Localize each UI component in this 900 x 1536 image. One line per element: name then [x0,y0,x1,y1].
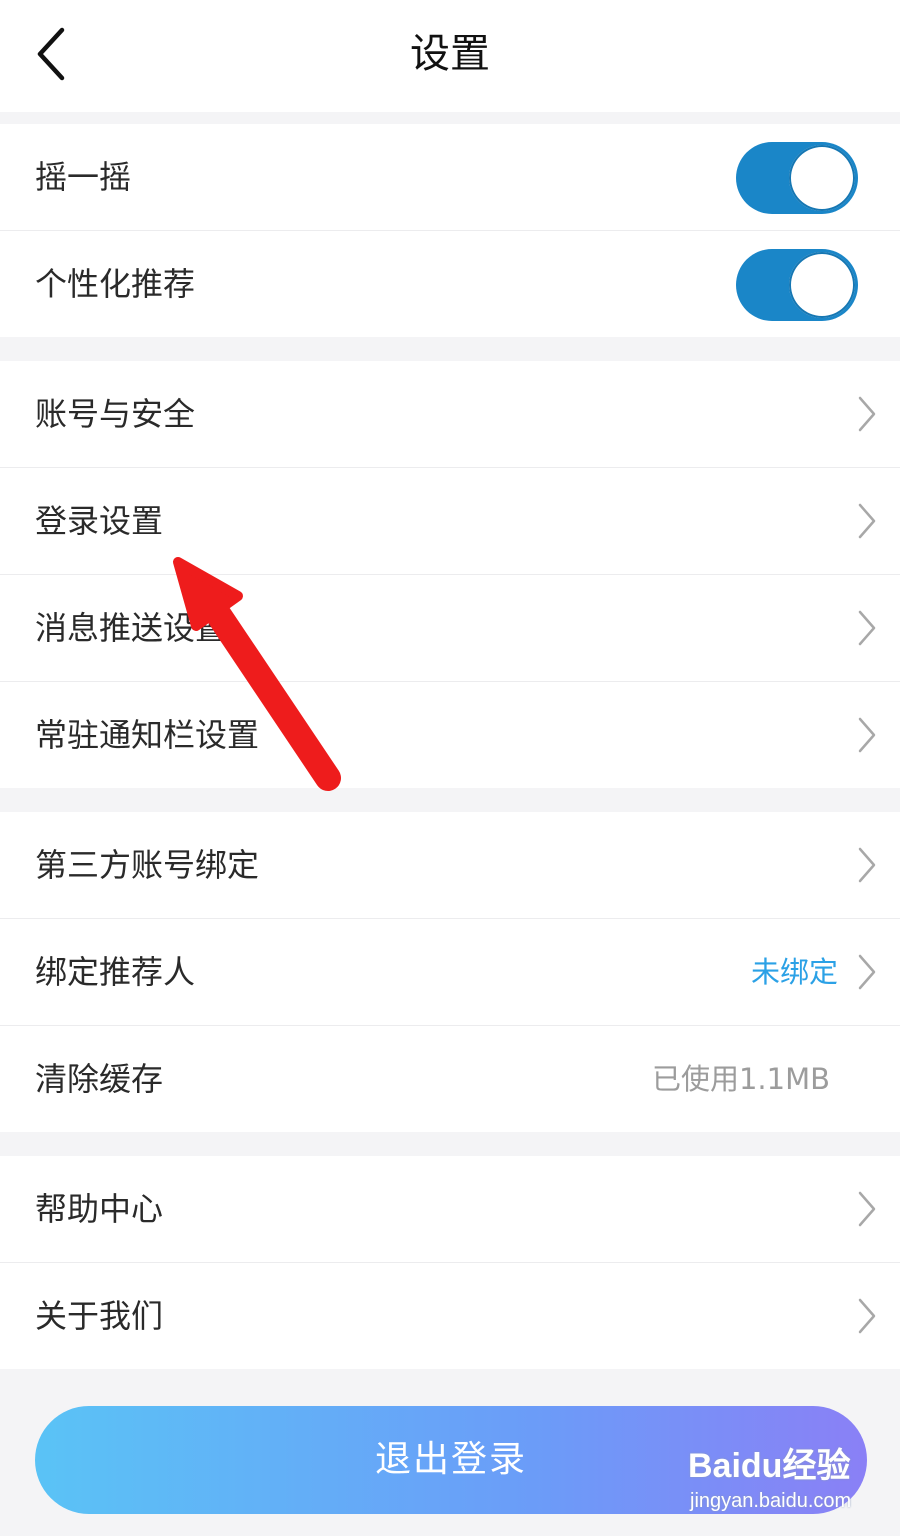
chevron-right-icon [858,717,876,753]
chevron-right-icon [858,954,876,990]
referrer-status: 未绑定 [750,955,838,989]
header: 设置 [0,0,900,112]
row-label: 绑定推荐人 [35,953,196,991]
toggle-knob [789,252,855,318]
toggle-knob [789,145,855,211]
chevron-right-icon [858,610,876,646]
chevron-right-icon [858,1298,876,1334]
row-bind-referrer[interactable]: 绑定推荐人 未绑定 [0,919,900,1026]
settings-group-toggles: 摇一摇 个性化推荐 [0,124,900,337]
row-label: 账号与安全 [35,395,196,433]
row-label: 个性化推荐 [35,265,196,303]
row-clear-cache[interactable]: 清除缓存 已使用1.1MB [0,1026,900,1132]
chevron-right-icon [858,847,876,883]
row-about-us[interactable]: 关于我们 [0,1263,900,1369]
row-label: 常驻通知栏设置 [35,716,260,754]
row-help-center[interactable]: 帮助中心 [0,1156,900,1263]
row-label: 第三方账号绑定 [35,846,260,884]
shake-toggle[interactable] [736,142,858,214]
row-account-security[interactable]: 账号与安全 [0,361,900,468]
chevron-right-icon [858,503,876,539]
settings-group-help: 帮助中心 关于我们 [0,1156,900,1369]
row-label: 摇一摇 [35,158,132,196]
settings-group-binding: 第三方账号绑定 绑定推荐人 未绑定 清除缓存 已使用1.1MB [0,812,900,1132]
personalized-recommend-toggle[interactable] [736,249,858,321]
row-third-party-binding[interactable]: 第三方账号绑定 [0,812,900,919]
row-label: 清除缓存 [35,1060,164,1098]
watermark: Baidu经验 jingyan.baidu.com [688,1438,888,1528]
chevron-right-icon [858,1191,876,1227]
chevron-right-icon [858,396,876,432]
row-label: 关于我们 [35,1297,164,1335]
row-label: 登录设置 [35,502,164,540]
row-label: 帮助中心 [35,1190,164,1228]
row-label: 消息推送设置 [35,609,228,647]
watermark-logo: Baidu经验 [688,1447,851,1485]
row-login-settings[interactable]: 登录设置 [0,468,900,575]
page-title: 设置 [410,31,490,77]
watermark-url: jingyan.baidu.com [690,1490,852,1512]
settings-group-account: 账号与安全 登录设置 消息推送设置 常驻通知栏设置 [0,361,900,788]
row-shake: 摇一摇 [0,124,900,231]
cache-size: 已使用1.1MB [651,1062,830,1096]
row-notification-bar-settings[interactable]: 常驻通知栏设置 [0,682,900,788]
row-push-settings[interactable]: 消息推送设置 [0,575,900,682]
row-personalized-recommend: 个性化推荐 [0,231,900,337]
